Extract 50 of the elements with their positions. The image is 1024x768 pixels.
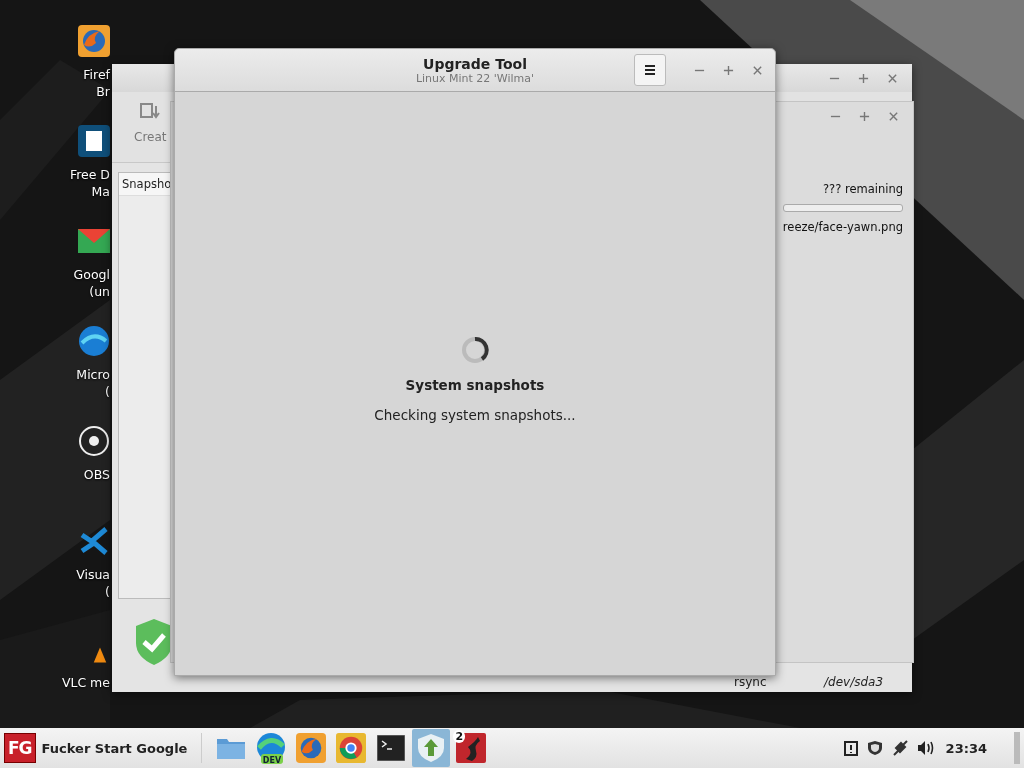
plug-icon — [891, 740, 908, 756]
menu-button[interactable] — [634, 54, 666, 86]
close-icon[interactable] — [888, 110, 899, 122]
icon-label: Micro — [76, 367, 110, 382]
notice-icon — [843, 740, 858, 756]
shield-arrow-icon — [417, 733, 446, 763]
remaining-text: ??? remaining — [822, 182, 903, 196]
icon-label: (un — [89, 284, 110, 299]
status-text: rsync — [734, 675, 767, 689]
icon-label: OBS — [83, 467, 110, 482]
icon-label: VLC me — [61, 675, 110, 690]
terminal-icon — [377, 735, 406, 761]
fox-icon — [296, 733, 327, 763]
taskbar-button[interactable]: 2 — [452, 729, 491, 767]
panel-handle[interactable] — [1014, 732, 1020, 764]
maximize-icon[interactable] — [859, 110, 870, 122]
fox-icon[interactable] — [78, 25, 110, 57]
icon-label: Ma — [91, 184, 110, 199]
close-icon[interactable] — [752, 64, 763, 76]
icon-label: ( — [105, 584, 110, 599]
status-message: Checking system snapshots... — [374, 407, 576, 423]
start-button[interactable]: FG Fucker Start Google — [0, 728, 192, 768]
icon-label: Br — [96, 84, 110, 99]
status-heading: System snapshots — [405, 377, 545, 393]
volume-icon — [916, 740, 935, 756]
icon-label: Visua — [76, 567, 110, 582]
spinner-icon — [460, 335, 490, 365]
icon-label: Free D — [69, 167, 110, 182]
shield-icon — [866, 740, 883, 756]
clock: 23:34 — [945, 740, 987, 756]
maximize-icon[interactable] — [723, 64, 734, 76]
icon-label: Googl — [73, 267, 110, 282]
maximize-icon[interactable] — [858, 72, 869, 84]
icon-label: ( — [105, 384, 110, 399]
window-title: Upgrade Tool — [423, 55, 527, 72]
icon-label: Firef — [83, 67, 110, 82]
create-button[interactable]: Creat — [134, 92, 167, 156]
browser-icon — [336, 733, 367, 763]
file-path: reeze/face-yawn.png — [782, 220, 903, 234]
start-logo: FG — [4, 733, 36, 763]
window-subtitle: Linux Mint 22 'Wilma' — [415, 71, 535, 85]
close-icon[interactable] — [887, 72, 898, 84]
window-count: 2 — [453, 730, 466, 743]
camera-icon[interactable] — [78, 425, 110, 457]
globe-icon[interactable] — [78, 325, 110, 357]
menu-icon — [644, 65, 656, 75]
app-icon — [456, 733, 487, 763]
document-icon[interactable] — [78, 125, 110, 157]
code-icon[interactable] — [78, 525, 110, 557]
status-text: /dev/sda3 — [824, 675, 884, 689]
